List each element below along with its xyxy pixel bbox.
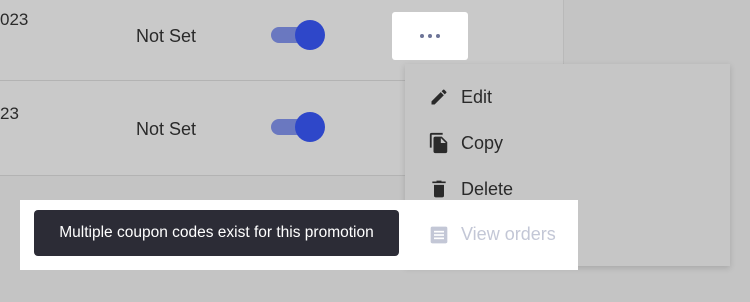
more-actions-button[interactable]: [392, 12, 468, 60]
menu-item-label: Edit: [461, 86, 493, 107]
more-horizontal-icon: [420, 34, 440, 38]
active-toggle[interactable]: [271, 110, 325, 144]
tooltip-text: Multiple coupon codes exist for this pro…: [59, 224, 374, 241]
menu-item-view-orders[interactable]: View orders: [405, 212, 578, 258]
menu-item-label: Copy: [461, 132, 504, 153]
pencil-icon: [427, 85, 451, 109]
list-icon: [427, 223, 451, 247]
copy-icon: [427, 131, 451, 155]
menu-item-label: Delete: [461, 178, 514, 199]
toggle-knob: [295, 112, 325, 142]
status-cell: Not Set: [136, 119, 197, 139]
active-toggle[interactable]: [271, 18, 325, 52]
toggle-knob: [295, 20, 325, 50]
tooltip: Multiple coupon codes exist for this pro…: [34, 210, 399, 256]
menu-item-label: View orders: [461, 224, 556, 244]
status-cell: Not Set: [136, 26, 197, 46]
trash-icon: [427, 177, 451, 201]
date-cell: 23: [0, 104, 19, 123]
date-cell: 023: [0, 10, 29, 29]
menu-item-edit[interactable]: Edit: [405, 78, 730, 116]
promotions-page: 023 Not Set 23 Not Set Edit Copy Delete …: [0, 0, 750, 302]
menu-item-copy[interactable]: Copy: [405, 124, 730, 162]
